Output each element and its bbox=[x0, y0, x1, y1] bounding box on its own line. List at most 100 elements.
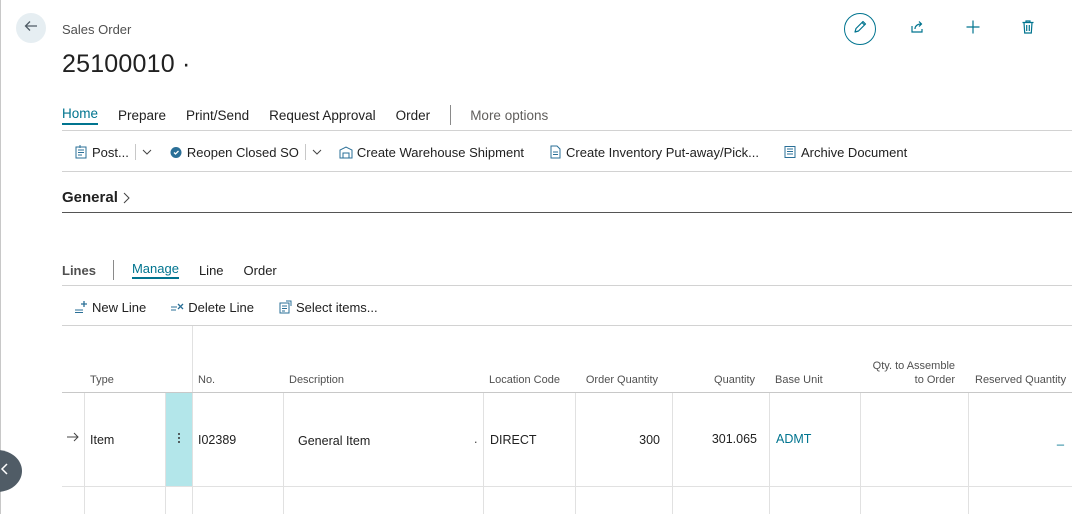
trash-icon bbox=[1020, 19, 1036, 40]
post-button[interactable]: Post... bbox=[74, 145, 129, 160]
col-header-description[interactable]: Description bbox=[289, 373, 344, 387]
cell-description[interactable]: General Item bbox=[298, 434, 370, 448]
pencil-icon bbox=[852, 19, 868, 40]
select-items-icon bbox=[278, 300, 292, 314]
grid-column-line bbox=[483, 393, 484, 514]
cell-no[interactable]: I02389 bbox=[198, 433, 236, 447]
collapse-panel-button[interactable] bbox=[0, 450, 22, 492]
lines-tab-order[interactable]: Order bbox=[244, 263, 277, 278]
create-warehouse-shipment-label: Create Warehouse Shipment bbox=[356, 144, 525, 160]
grid-header-rule bbox=[62, 392, 1072, 393]
lines-title: Lines bbox=[62, 262, 96, 278]
post-split-divider bbox=[134, 144, 136, 160]
grid-column-line bbox=[84, 393, 85, 514]
chevron-left-icon bbox=[0, 462, 10, 481]
menu-request-approval[interactable]: Request Approval bbox=[269, 108, 376, 123]
menu-prepare[interactable]: Prepare bbox=[118, 108, 166, 123]
delete-button[interactable] bbox=[1017, 18, 1039, 40]
delete-line-button[interactable]: Delete Line bbox=[170, 300, 254, 315]
col-header-qty-assemble-line1: Qty. to Assemble bbox=[872, 360, 955, 372]
cell-type[interactable]: Item bbox=[90, 433, 114, 447]
description-lookup-dot[interactable]: . bbox=[474, 432, 477, 446]
new-line-label: New Line bbox=[92, 299, 147, 315]
lines-tab-manage[interactable]: Manage bbox=[131, 261, 179, 279]
arrow-left-icon bbox=[23, 18, 39, 39]
col-header-qty-assemble-line2: to Order bbox=[914, 374, 955, 386]
post-icon bbox=[74, 145, 88, 159]
col-header-type[interactable]: Type bbox=[90, 373, 114, 387]
document-icon bbox=[548, 145, 562, 159]
page-caption: Sales Order bbox=[62, 22, 132, 37]
new-line-icon bbox=[74, 300, 88, 314]
row-actions-menu-button[interactable] bbox=[166, 393, 192, 486]
post-label: Post... bbox=[92, 144, 129, 160]
post-dropdown-chevron-icon[interactable] bbox=[141, 146, 153, 158]
grid-column-line bbox=[283, 393, 284, 514]
col-header-quantity[interactable]: Quantity bbox=[680, 373, 755, 387]
lines-tab-line[interactable]: Line bbox=[199, 263, 224, 278]
cell-order-quantity[interactable]: 300 bbox=[580, 433, 660, 447]
record-number: 25100010 · bbox=[62, 50, 191, 78]
menu-divider-line bbox=[62, 130, 1072, 131]
reopen-icon bbox=[169, 145, 183, 159]
col-header-location-code[interactable]: Location Code bbox=[489, 373, 560, 387]
grid-column-line bbox=[672, 393, 673, 514]
general-section-rule bbox=[62, 212, 1072, 213]
select-items-label: Select items... bbox=[295, 299, 378, 315]
cell-reserved-quantity[interactable]: _ bbox=[1040, 432, 1064, 446]
menu-order[interactable]: Order bbox=[396, 108, 431, 123]
create-inventory-putaway-button[interactable]: Create Inventory Put-away/Pick... bbox=[548, 145, 759, 160]
grid-column-line bbox=[575, 393, 576, 514]
menu-more-options[interactable]: More options bbox=[470, 108, 548, 123]
col-header-qty-assemble[interactable]: Qty. to Assemble to Order bbox=[862, 359, 955, 387]
archive-document-label: Archive Document bbox=[800, 144, 908, 160]
back-button[interactable] bbox=[16, 13, 46, 43]
window-left-border bbox=[0, 0, 1, 514]
menu-print-send[interactable]: Print/Send bbox=[186, 108, 249, 123]
col-header-no[interactable]: No. bbox=[198, 373, 215, 387]
create-inventory-putaway-label: Create Inventory Put-away/Pick... bbox=[566, 144, 759, 160]
action-menu-bar: Home Prepare Print/Send Request Approval… bbox=[62, 104, 548, 126]
row-indicator-arrow-icon bbox=[66, 431, 80, 446]
reopen-label: Reopen Closed SO bbox=[186, 144, 299, 160]
lines-divider bbox=[112, 260, 114, 280]
lines-menu-bar: Lines Manage Line Order bbox=[62, 259, 297, 281]
new-button[interactable] bbox=[962, 18, 984, 40]
more-vertical-icon bbox=[177, 431, 181, 449]
actions-divider-line bbox=[62, 171, 1072, 172]
chevron-right-icon bbox=[121, 191, 131, 205]
reopen-dropdown-chevron-icon[interactable] bbox=[311, 146, 323, 158]
lines-actions-divider bbox=[62, 325, 1072, 326]
grid-column-line bbox=[769, 393, 770, 514]
col-header-order-quantity[interactable]: Order Quantity bbox=[580, 373, 658, 387]
lines-menu-divider bbox=[62, 285, 1072, 286]
delete-line-label: Delete Line bbox=[188, 299, 254, 315]
col-header-base-unit[interactable]: Base Unit bbox=[775, 373, 823, 387]
lines-actions-bar: New Line Delete Line Select items... bbox=[74, 296, 402, 318]
cell-location-code[interactable]: DIRECT bbox=[490, 433, 537, 447]
reopen-split-divider bbox=[304, 144, 306, 160]
grid-column-line bbox=[860, 393, 861, 514]
cell-quantity[interactable]: 301.065 bbox=[680, 432, 757, 446]
general-section-header[interactable]: General bbox=[62, 189, 131, 206]
create-warehouse-shipment-button[interactable]: Create Warehouse Shipment bbox=[339, 145, 524, 160]
new-line-button[interactable]: New Line bbox=[74, 300, 146, 315]
share-icon bbox=[909, 19, 925, 40]
warehouse-icon bbox=[339, 145, 353, 159]
reopen-closed-so-button[interactable]: Reopen Closed SO bbox=[169, 145, 299, 160]
archive-document-button[interactable]: Archive Document bbox=[783, 145, 907, 160]
general-title: General bbox=[62, 189, 118, 206]
archive-icon bbox=[783, 145, 797, 159]
edit-button[interactable] bbox=[844, 13, 876, 45]
cell-base-unit-link[interactable]: ADMT bbox=[776, 432, 811, 446]
plus-icon bbox=[965, 19, 981, 40]
grid-row-rule bbox=[62, 486, 1072, 487]
home-actions-bar: Post... Reopen Closed SO Create Warehous… bbox=[74, 140, 907, 164]
menu-home[interactable]: Home bbox=[62, 106, 99, 125]
grid-column-line bbox=[968, 393, 969, 514]
select-items-button[interactable]: Select items... bbox=[278, 300, 378, 315]
share-button[interactable] bbox=[906, 18, 928, 40]
col-header-reserved-quantity[interactable]: Reserved Quantity bbox=[975, 373, 1066, 387]
delete-line-icon bbox=[170, 300, 184, 314]
menu-divider bbox=[450, 105, 452, 125]
